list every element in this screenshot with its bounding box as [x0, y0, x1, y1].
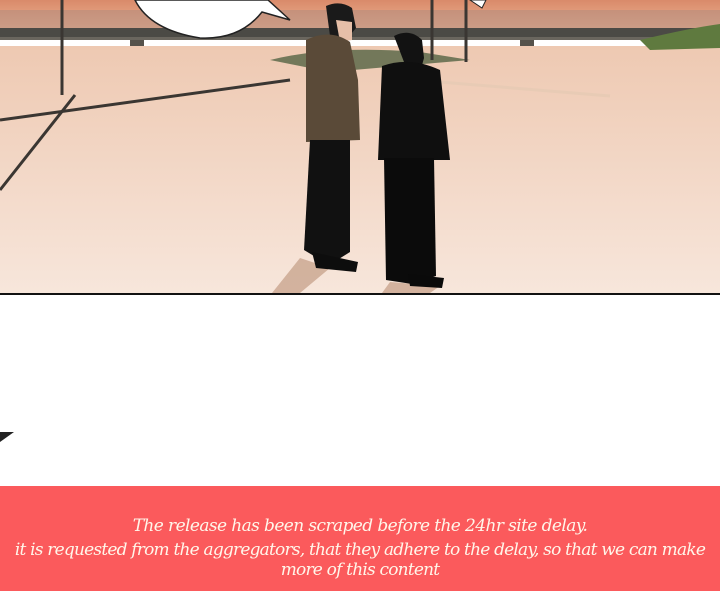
riverbank-scene-illustration — [0, 0, 720, 293]
riverbank-ground — [0, 46, 720, 293]
scrape-notice-banner: The release has been scraped before the … — [0, 486, 720, 591]
notice-line-1: The release has been scraped before the … — [132, 516, 588, 536]
gutter — [0, 295, 720, 485]
speech-bubble-pointer — [0, 432, 14, 442]
notice-line-2: it is requested from the aggregators, th… — [14, 540, 706, 580]
comic-panel — [0, 0, 720, 293]
